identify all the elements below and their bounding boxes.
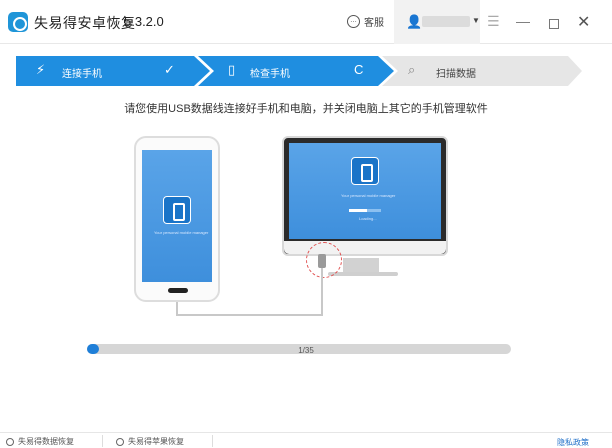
monitor-tagline: Your personal mobile manager (341, 193, 396, 198)
usb-cable (176, 314, 323, 316)
privacy-policy-link[interactable]: 隐私政策 (557, 437, 589, 448)
footer-ios-recovery-link[interactable]: 失易得苹果恢复 (116, 436, 184, 447)
app-logo-icon (116, 437, 124, 446)
phone-tagline: Your personal mobile manager (154, 230, 209, 235)
loading-spinner-icon: C (354, 62, 364, 77)
monitor-illustration: Your personal mobile manager Loading... (282, 136, 448, 256)
close-icon[interactable]: ✕ (577, 12, 590, 32)
footer-divider (102, 435, 103, 447)
app-tile-icon (163, 196, 191, 224)
monitor-screen: Your personal mobile manager Loading... (289, 143, 441, 239)
maximize-icon[interactable] (549, 19, 559, 29)
phone-home-button (168, 288, 188, 293)
monitor-loading-bar (349, 209, 381, 212)
footer-divider (212, 435, 213, 447)
customer-service-label: 客服 (364, 17, 384, 29)
step-label: 连接手机 (62, 69, 102, 80)
user-icon: 👤 (406, 14, 423, 29)
phone-illustration: Your personal mobile manager (134, 136, 220, 302)
user-name-blurred (422, 16, 470, 27)
step-check-phone: ▯ 检查手机 C (206, 56, 386, 86)
phone-screen: Your personal mobile manager (142, 150, 212, 282)
phone-icon: ▯ (228, 62, 236, 77)
app-title: 失易得安卓恢复 (34, 15, 136, 31)
monitor-loading-text: Loading... (359, 216, 377, 221)
minimize-icon[interactable]: — (516, 13, 530, 29)
footer-item-label: 失易得苹果恢复 (128, 437, 184, 446)
step-connect-phone: ⚡ 连接手机 ✓ (16, 56, 206, 86)
connection-instruction: 请您使用USB数据线连接好手机和电脑，并关闭电脑上其它的手机管理软件 (124, 103, 488, 115)
usb-plug-icon (318, 254, 326, 268)
app-logo-icon (8, 12, 28, 32)
progress-text: 1/35 (298, 346, 314, 355)
monitor-base (328, 272, 398, 276)
check-icon: ✓ (164, 62, 175, 77)
caret-down-icon[interactable]: ▼ (472, 16, 480, 25)
step-scan-data: ⌕ 扫描数据 (386, 56, 576, 86)
step-label: 检查手机 (250, 69, 290, 80)
monitor-stand (343, 258, 379, 273)
usb-cable (321, 268, 323, 316)
step-indicator: ⚡ 连接手机 ✓ ▯ 检查手机 C ⌕ 扫描数据 (16, 56, 582, 86)
app-version: 5.3.2.0 (124, 14, 164, 29)
step-label: 扫描数据 (436, 69, 476, 80)
title-bar: 失易得安卓恢复 5.3.2.0 … 客服 👤 ▼ ☰ — ✕ (0, 0, 612, 44)
footer-data-recovery-link[interactable]: 失易得数据恢复 (6, 436, 74, 447)
search-icon: ⌕ (408, 62, 416, 77)
plug-icon: ⚡ (36, 62, 46, 77)
hamburger-icon[interactable]: ☰ (487, 13, 500, 30)
chat-icon: … (347, 14, 360, 28)
footer-item-label: 失易得数据恢复 (18, 437, 74, 446)
footer: 失易得数据恢复 失易得苹果恢复 隐私政策 (0, 432, 612, 448)
app-tile-icon (351, 157, 379, 185)
customer-service-button[interactable]: … 客服 (347, 12, 384, 30)
app-logo-icon (6, 437, 14, 446)
